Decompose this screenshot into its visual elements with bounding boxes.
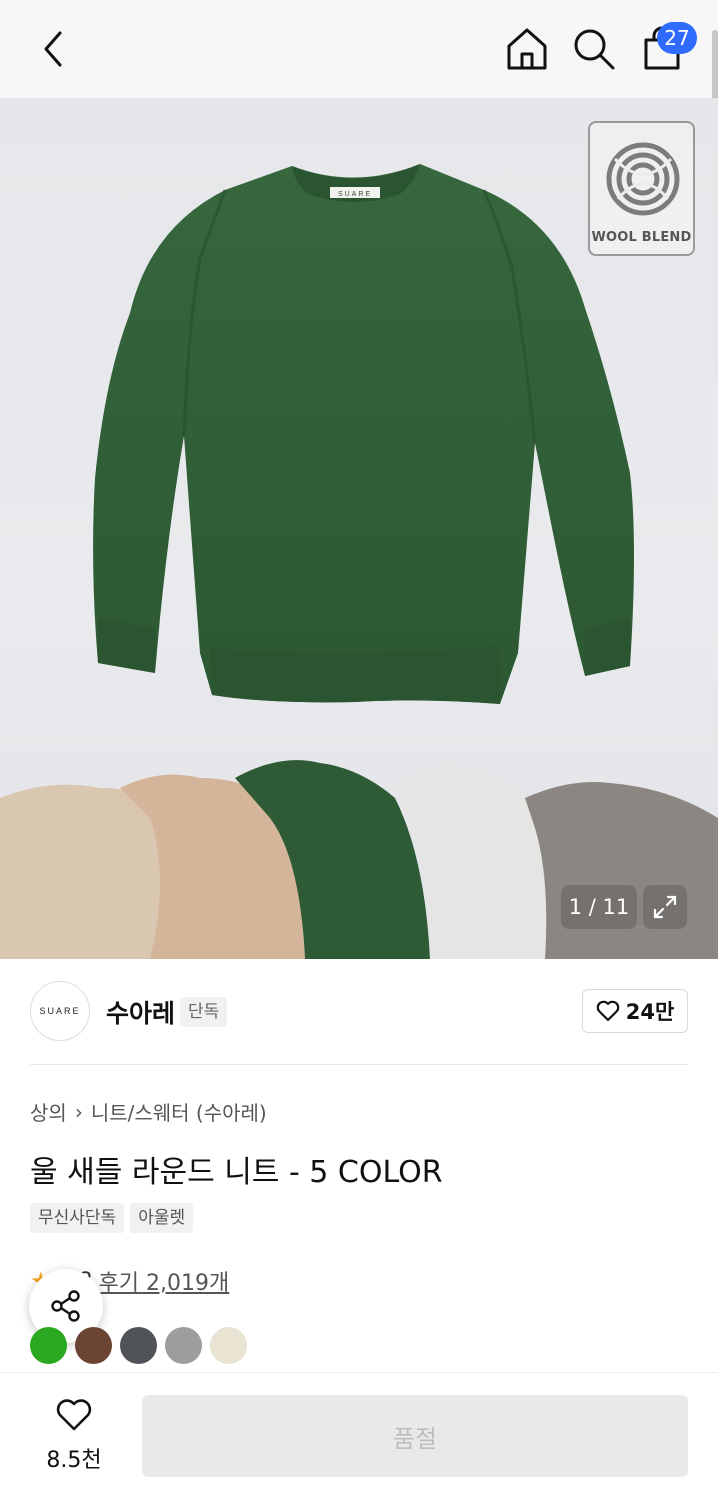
color-swatches (30, 1327, 247, 1364)
color-swatch-gray[interactable] (165, 1327, 202, 1364)
heart-outline-icon (56, 1399, 92, 1431)
breadcrumb-item-subcategory[interactable]: 니트/스웨터 (수아레) (91, 1097, 267, 1126)
review-link[interactable]: 후기 2,019개 (99, 1265, 230, 1297)
brand-name[interactable]: 수아레 (106, 994, 175, 1030)
breadcrumb-item-category[interactable]: 상의 (30, 1097, 67, 1126)
search-button[interactable] (570, 24, 618, 72)
cart-count-badge: 27 (657, 22, 697, 54)
tag-musinsa-exclusive: 무신사단독 (30, 1203, 125, 1233)
image-counter: 1 / 11 (561, 885, 637, 929)
brand-logo[interactable]: SUARE (30, 981, 90, 1041)
chevron-right-icon: › (74, 1099, 83, 1124)
home-icon (507, 28, 547, 70)
product-image-gallery[interactable]: SUARE WOOL BLEND 1 / 11 (0, 98, 718, 959)
color-swatch-charcoal[interactable] (120, 1327, 157, 1364)
wool-blend-badge: WOOL BLEND (588, 121, 695, 256)
color-swatch-cream[interactable] (210, 1327, 247, 1364)
brand-like-count: 24만 (625, 1000, 675, 1024)
sold-out-button[interactable]: 품절 (142, 1395, 688, 1477)
expand-image-button[interactable] (643, 885, 687, 929)
product-tags: 무신사단독 아울렛 (30, 1203, 194, 1233)
exclusive-tag: 단독 (180, 997, 228, 1027)
brand-like-button[interactable]: 24만 (582, 989, 688, 1033)
wool-blend-label: WOOL BLEND (591, 230, 692, 245)
color-swatch-green[interactable] (30, 1327, 67, 1364)
tag-outlet: 아울렛 (130, 1203, 194, 1233)
expand-icon (653, 895, 677, 919)
product-page: 27 SUARE WOOL BLEND 1 / 11 SUARE 수아레 단독 … (0, 0, 718, 1500)
section-divider (30, 1064, 688, 1065)
top-navigation-bar: 27 (0, 0, 718, 98)
product-title: 울 새들 라운드 니트 - 5 COLOR (30, 1155, 443, 1190)
search-icon (574, 29, 615, 70)
chevron-left-icon (44, 31, 62, 67)
color-swatch-brown[interactable] (75, 1327, 112, 1364)
breadcrumb: 상의 › 니트/스웨터 (수아레) (30, 1097, 267, 1126)
woolmark-icon (606, 142, 680, 216)
product-like-button[interactable]: 8.5천 (30, 1398, 118, 1474)
back-button[interactable] (30, 26, 76, 72)
home-button[interactable] (503, 24, 551, 72)
heart-outline-icon (596, 1000, 620, 1022)
product-like-count: 8.5천 (46, 1448, 102, 1473)
share-icon (51, 1290, 80, 1322)
svg-text:SUARE: SUARE (338, 191, 372, 198)
